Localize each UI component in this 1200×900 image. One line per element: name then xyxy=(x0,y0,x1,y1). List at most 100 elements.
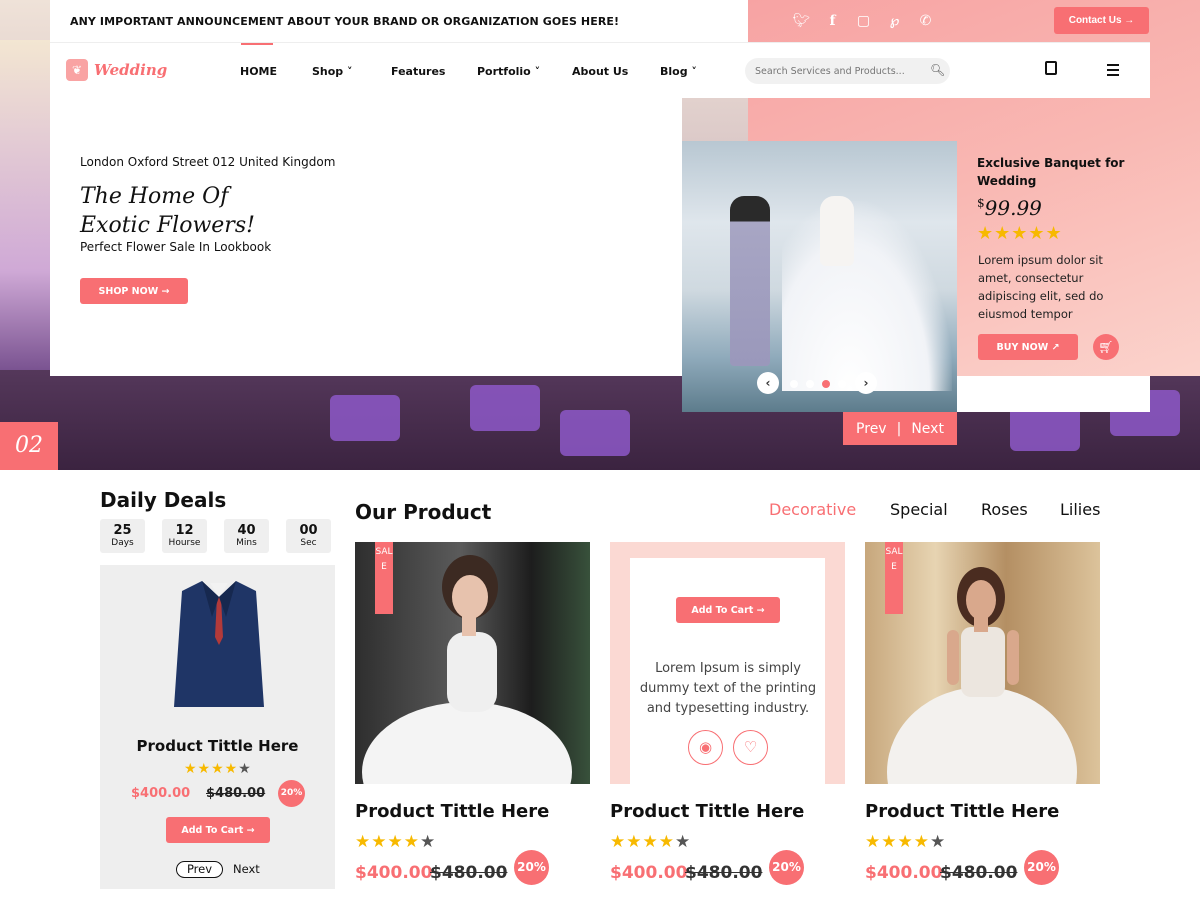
suit-image xyxy=(174,581,264,707)
slider-dot-active[interactable] xyxy=(822,380,830,388)
countdown-value: 12 xyxy=(175,523,194,538)
brand-name: Wedding xyxy=(94,61,168,79)
countdown-value: 25 xyxy=(113,523,132,538)
cart-icon[interactable]: 🛒︎ xyxy=(1093,334,1119,360)
buy-now-button[interactable]: BUY NOW ↗ xyxy=(978,334,1078,360)
product-title[interactable]: Product Tittle Here xyxy=(610,801,804,822)
heart-icon[interactable]: ♡ xyxy=(733,730,768,765)
product-old-price: $480.00 xyxy=(940,863,1018,883)
instagram-icon[interactable]: ▢ xyxy=(848,13,879,29)
facebook-icon[interactable]: f xyxy=(817,13,848,29)
hero-next-button[interactable]: Next xyxy=(911,421,944,437)
our-product-title: Our Product xyxy=(355,500,492,524)
hamburger-menu-icon[interactable] xyxy=(1107,64,1119,79)
product-hover-overlay: Add To Cart → Lorem Ipsum is simply dumm… xyxy=(630,558,825,784)
product-rating: ★★★★★ xyxy=(610,832,692,852)
countdown-value: 00 xyxy=(299,523,318,538)
venue-image-left xyxy=(0,40,50,370)
groom-figure xyxy=(730,196,770,366)
product-image[interactable]: Add To Cart → Lorem Ipsum is simply dumm… xyxy=(610,542,845,784)
nav-item-portfolio[interactable]: Portfolio ˅ xyxy=(477,65,540,78)
featured-rating: ★★★★★ xyxy=(977,223,1063,244)
eye-icon[interactable]: ◉ xyxy=(688,730,723,765)
whatsapp-icon[interactable]: ✆ xyxy=(910,13,941,29)
shopping-bag-icon[interactable] xyxy=(1045,61,1057,75)
search-input[interactable] xyxy=(745,58,950,84)
search-icon[interactable]: 🔍︎ xyxy=(930,63,945,77)
currency-symbol: $ xyxy=(977,196,985,210)
countdown-mins: 40 Mins xyxy=(224,519,269,553)
slider-dot[interactable] xyxy=(838,380,846,388)
hover-description: Lorem Ipsum is simply dummy text of the … xyxy=(639,661,817,716)
featured-title: Exclusive Banquet for Wedding xyxy=(977,156,1125,188)
product-image[interactable]: SALE xyxy=(355,542,590,784)
filter-tab-decorative[interactable]: Decorative xyxy=(769,500,856,519)
featured-description: Lorem ipsum dolor sit amet, consectetur … xyxy=(978,253,1104,321)
shop-now-button[interactable]: SHOP NOW → xyxy=(80,278,188,304)
hero-title-line-2: Exotic Flowers! xyxy=(80,213,255,238)
bride-figure xyxy=(820,196,854,266)
deal-product-title: Product Tittle Here xyxy=(136,737,299,755)
filter-tab-lilies[interactable]: Lilies xyxy=(1060,500,1100,519)
hero-address: London Oxford Street 012 United Kingdom xyxy=(80,155,336,169)
pinterest-icon[interactable]: ℘ xyxy=(879,13,910,29)
nav-item-blog[interactable]: Blog ˅ xyxy=(660,65,697,78)
filter-tab-special[interactable]: Special xyxy=(890,500,948,519)
deal-price: $400.00 xyxy=(131,786,191,801)
nav-item-about-us[interactable]: About Us xyxy=(572,65,628,78)
chair-decor xyxy=(560,410,630,456)
deal-old-price: $480.00 xyxy=(206,786,266,801)
featured-price: $99.99 xyxy=(977,196,1042,220)
slider-next-arrow-icon[interactable]: › xyxy=(855,372,877,394)
product-price: $400.00 xyxy=(355,863,433,883)
chair-decor xyxy=(330,395,400,441)
brand-logo[interactable]: ❦ Wedding xyxy=(66,59,167,81)
hero-title: The Home Of Exotic Flowers! xyxy=(80,182,255,240)
filter-tab-roses[interactable]: Roses xyxy=(981,500,1028,519)
countdown-label: Sec xyxy=(300,538,317,548)
nav-item-shop[interactable]: Shop ˅ xyxy=(312,65,353,78)
product-discount-badge: 20% xyxy=(1024,850,1059,885)
product-title[interactable]: Product Tittle Here xyxy=(355,801,549,822)
slider-dot[interactable] xyxy=(806,380,814,388)
hero-prev-button[interactable]: Prev xyxy=(856,421,887,437)
deal-prev-button[interactable]: Prev xyxy=(176,861,223,878)
slide-number-badge: 02 xyxy=(0,422,58,470)
hero-slider-image: ‹ › xyxy=(682,141,957,412)
product-rating: ★★★★★ xyxy=(865,832,947,852)
deal-discount-badge: 20% xyxy=(278,780,305,807)
sale-tag: SALE xyxy=(375,542,393,614)
divider: | xyxy=(896,420,902,437)
hero-title-line-1: The Home Of xyxy=(80,184,229,209)
countdown-value: 40 xyxy=(237,523,256,538)
contact-us-button[interactable]: Contact Us → xyxy=(1054,7,1149,34)
hero-card: London Oxford Street 012 United Kingdom … xyxy=(50,98,682,376)
nav-item-features[interactable]: Features xyxy=(391,65,445,78)
deal-rating: ★★★★★ xyxy=(184,761,252,777)
deal-next-button[interactable]: Next xyxy=(233,862,260,876)
countdown-secs: 00 Sec xyxy=(286,519,331,553)
slider-prev-arrow-icon[interactable]: ‹ xyxy=(757,372,779,394)
countdown-hours: 12 Hourse xyxy=(162,519,207,553)
cake-icon: ❦ xyxy=(66,59,88,81)
daily-deal-card: Product Tittle Here ★★★★★ $400.00 $480.0… xyxy=(100,565,335,889)
announcement-bar: ANY IMPORTANT ANNOUNCEMENT ABOUT YOUR BR… xyxy=(50,0,748,42)
deal-add-to-cart-button[interactable]: Add To Cart → xyxy=(166,817,270,843)
hover-add-to-cart-button[interactable]: Add To Cart → xyxy=(676,597,780,623)
product-price: $400.00 xyxy=(865,863,943,883)
twitter-icon[interactable]: 🐦︎ xyxy=(786,13,817,29)
product-discount-badge: 20% xyxy=(769,850,804,885)
announcement-text: ANY IMPORTANT ANNOUNCEMENT ABOUT YOUR BR… xyxy=(70,14,620,28)
slider-dot[interactable] xyxy=(790,380,798,388)
nav-item-home[interactable]: HOME xyxy=(240,65,277,78)
countdown-label: Hourse xyxy=(168,538,201,548)
featured-product-panel: Exclusive Banquet for Wedding $99.99 ★★★… xyxy=(957,141,1150,412)
sale-tag: SALE xyxy=(885,542,903,614)
countdown-label: Mins xyxy=(236,538,257,548)
product-old-price: $480.00 xyxy=(430,863,508,883)
product-title[interactable]: Product Tittle Here xyxy=(865,801,1059,822)
main-navigation: ❦ Wedding HOME Shop ˅ Features Portfolio… xyxy=(50,42,1150,98)
chair-decor xyxy=(470,385,540,431)
product-image[interactable]: SALE xyxy=(865,542,1100,784)
product-discount-badge: 20% xyxy=(514,850,549,885)
